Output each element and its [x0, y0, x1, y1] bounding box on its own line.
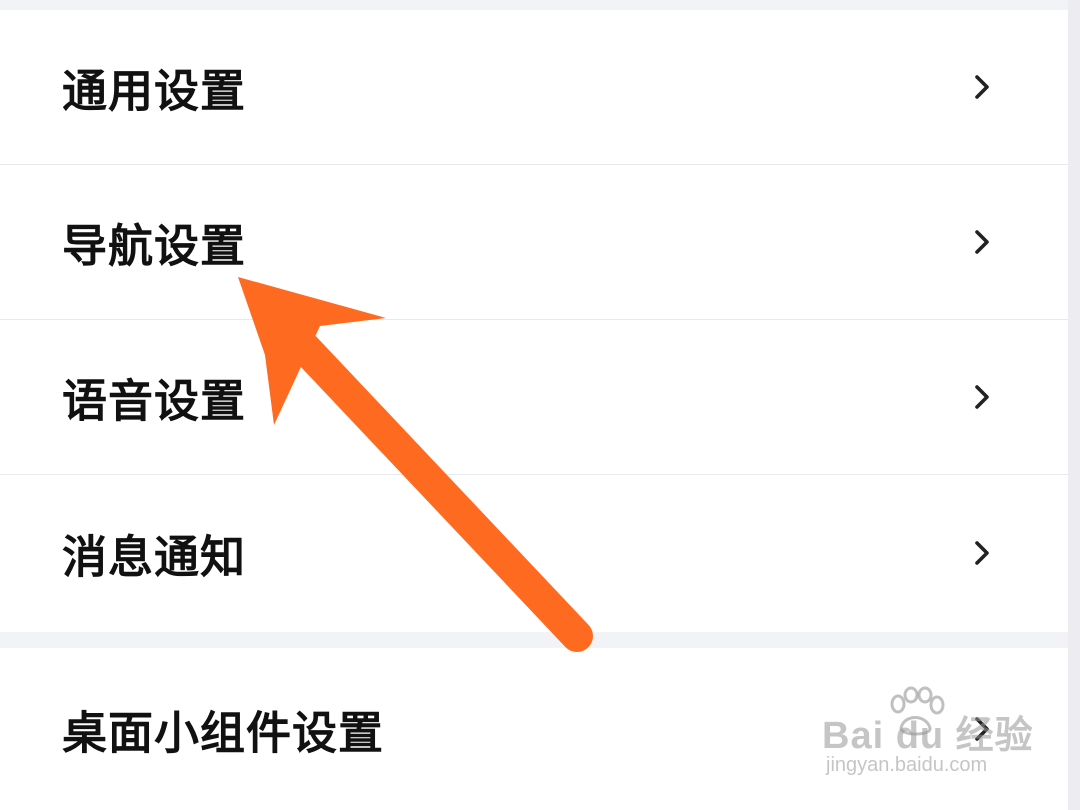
- settings-group-secondary: 桌面小组件设置: [0, 648, 1068, 810]
- settings-item-widgets[interactable]: 桌面小组件设置: [0, 648, 1068, 810]
- chevron-right-icon: [975, 230, 989, 254]
- chevron-right-icon: [975, 385, 989, 409]
- settings-item-label: 导航设置: [62, 219, 247, 273]
- settings-group-main: 通用设置 导航设置 语音设置 消息通知: [0, 10, 1068, 632]
- scrollbar[interactable]: [1068, 0, 1080, 810]
- settings-item-label: 通用设置: [62, 64, 247, 118]
- settings-item-general[interactable]: 通用设置: [0, 10, 1068, 165]
- settings-item-navigation[interactable]: 导航设置: [0, 165, 1068, 320]
- chevron-right-icon: [975, 540, 989, 565]
- settings-item-notifications[interactable]: 消息通知: [0, 475, 1068, 630]
- settings-item-voice[interactable]: 语音设置: [0, 320, 1068, 475]
- chevron-right-icon: [975, 75, 989, 99]
- chevron-right-icon: [975, 717, 989, 741]
- settings-item-label: 语音设置: [62, 374, 247, 428]
- settings-item-label: 消息通知: [62, 530, 247, 583]
- settings-item-label: 桌面小组件设置: [62, 706, 385, 760]
- settings-page: 通用设置 导航设置 语音设置 消息通知 桌面小组件设置: [0, 0, 1068, 810]
